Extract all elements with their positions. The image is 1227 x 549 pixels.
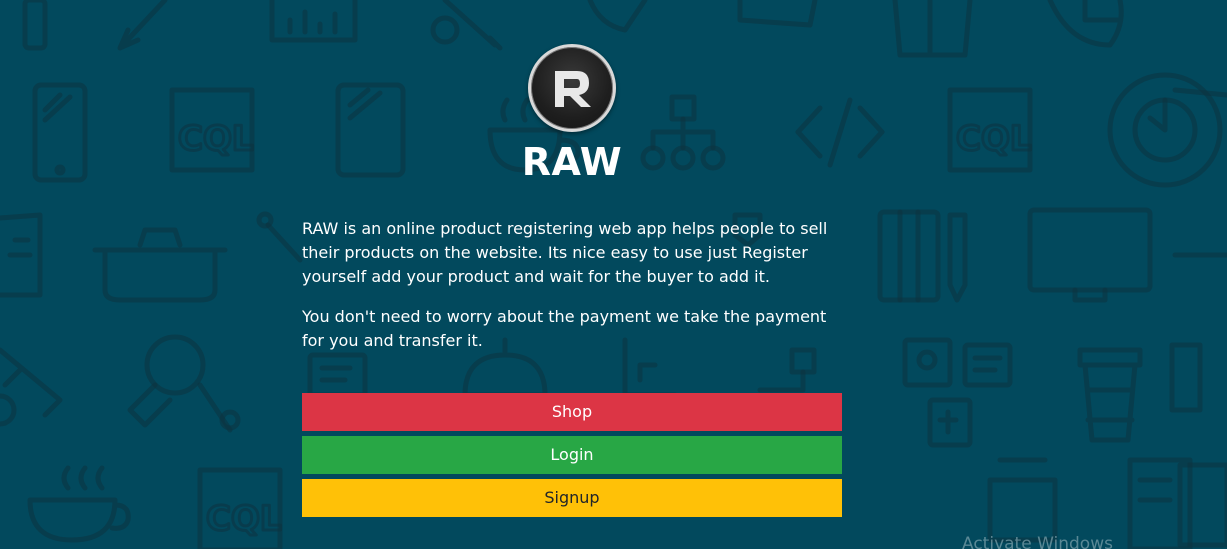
app-title: RAW (521, 140, 623, 184)
description-paragraph-2: You don't need to worry about the paymen… (302, 307, 827, 350)
raw-logo (528, 44, 616, 132)
shop-button[interactable]: Shop (302, 393, 842, 431)
description-paragraph-1: RAW is an online product registering web… (302, 219, 828, 286)
svg-text:CQL: CQL (956, 119, 1032, 159)
activate-windows-watermark: Activate Windows (962, 534, 1113, 549)
svg-text:CQL: CQL (178, 119, 254, 159)
app-description: RAW is an online product registering web… (302, 217, 847, 369)
landing-page: CQL CQL CQL RAW RAW is an online product… (0, 0, 1227, 549)
svg-text:CQL: CQL (206, 499, 282, 539)
login-button[interactable]: Login (302, 436, 842, 474)
logo-letter-icon (555, 71, 591, 107)
signup-button[interactable]: Signup (302, 479, 842, 517)
